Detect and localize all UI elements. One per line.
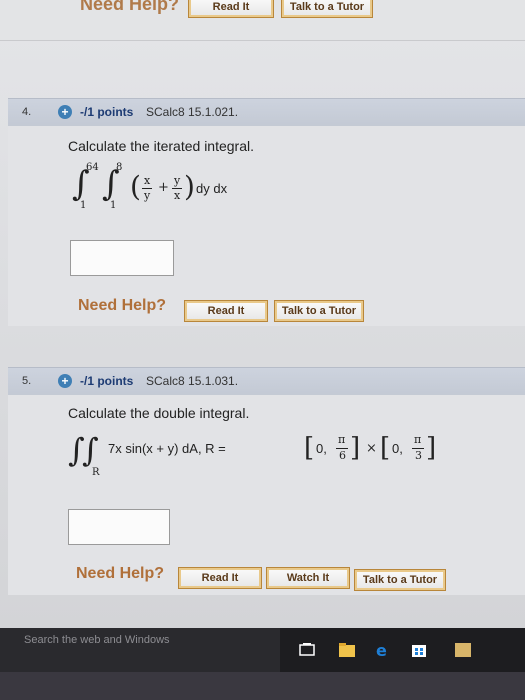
webassign-page: Need Help? Read It Talk to a Tutor 4. + … [0, 0, 525, 628]
fraction-denominator: 3 [415, 449, 422, 462]
search-placeholder: Search the web and Windows [24, 634, 170, 646]
fraction-numerator: π [338, 433, 346, 446]
left-bracket: [ [304, 433, 315, 463]
outer-lower-limit: 1 [80, 200, 87, 211]
plus-sign: + [158, 180, 169, 195]
task-view-icon[interactable] [298, 642, 316, 658]
need-help-label: Need Help? [78, 297, 167, 314]
question-source: SCalc8 15.1.031. [146, 374, 239, 388]
fraction-numerator: π [414, 433, 422, 446]
file-explorer-icon[interactable] [338, 642, 356, 658]
right-bracket: ] [350, 433, 361, 463]
question-prompt: Calculate the double integral. [68, 405, 250, 421]
region-label: R [92, 467, 100, 478]
need-help-label: Need Help? [76, 565, 165, 582]
fraction-denominator: y [144, 189, 151, 202]
question-number: 4. [22, 106, 32, 118]
fraction-denominator: x [174, 189, 181, 202]
need-help-label: Need Help? [80, 0, 180, 14]
previous-question-footer: Need Help? Read It Talk to a Tutor [0, 0, 525, 41]
search-box[interactable]: Search the web and Windows [0, 628, 280, 672]
question-header: 4. + -/1 points SCalc8 15.1.021. [8, 98, 525, 127]
points-label: -/1 points [80, 374, 134, 388]
question-body: Calculate the double integral. ∫ ∫ R 7x … [8, 395, 525, 595]
left-bracket: [ [380, 433, 391, 463]
times-sign: × [366, 441, 377, 456]
read-it-button[interactable]: Read It [184, 300, 268, 322]
windows-taskbar: Search the web and Windows e [0, 628, 525, 672]
iterated-integral-expression: ∫ 64 1 ∫ 8 1 ( x y + y x ) dy dx [72, 162, 312, 214]
expand-plus-icon[interactable]: + [58, 105, 72, 119]
watch-it-button[interactable]: Watch It [266, 567, 350, 589]
talk-to-tutor-button[interactable]: Talk to a Tutor [354, 569, 446, 591]
answer-input[interactable] [70, 240, 174, 276]
question-source: SCalc8 15.1.021. [146, 105, 239, 119]
read-it-button[interactable]: Read It [188, 0, 274, 18]
integrand: 7x sin(x + y) dA, R = [108, 441, 226, 456]
interval-start: 0, [316, 441, 327, 456]
talk-to-tutor-button[interactable]: Talk to a Tutor [281, 0, 373, 18]
svg-text:e: e [376, 642, 387, 658]
fraction-numerator: x [144, 174, 151, 187]
question-header: 5. + -/1 points SCalc8 15.1.031. [8, 367, 525, 396]
question-prompt: Calculate the iterated integral. [68, 138, 254, 154]
differentials: dy dx [196, 181, 228, 196]
points-label: -/1 points [80, 105, 134, 119]
expand-plus-icon[interactable]: + [58, 374, 72, 388]
right-bracket: ] [426, 433, 437, 463]
read-it-button[interactable]: Read It [178, 567, 262, 589]
question-body: Calculate the iterated integral. ∫ 64 1 … [8, 126, 525, 326]
outer-upper-limit: 64 [86, 162, 99, 173]
fraction-denominator: 6 [339, 449, 346, 462]
app-icon[interactable] [454, 642, 472, 658]
store-icon[interactable] [410, 642, 428, 658]
monitor-bezel [0, 672, 525, 700]
right-paren: ) [184, 170, 195, 203]
double-integral-expression: ∫ ∫ R 7x sin(x + y) dA, R = [ 0, π 6 ] ×… [68, 431, 468, 481]
interval-start: 0, [392, 441, 403, 456]
edge-icon[interactable]: e [374, 642, 392, 658]
answer-input[interactable] [68, 509, 170, 545]
left-paren: ( [130, 170, 141, 203]
inner-upper-limit: 8 [116, 162, 123, 173]
integral-sign: ∫ [82, 431, 99, 469]
fraction-numerator: y [174, 174, 181, 187]
inner-lower-limit: 1 [110, 200, 117, 211]
question-number: 5. [22, 375, 32, 387]
talk-to-tutor-button[interactable]: Talk to a Tutor [274, 300, 364, 322]
